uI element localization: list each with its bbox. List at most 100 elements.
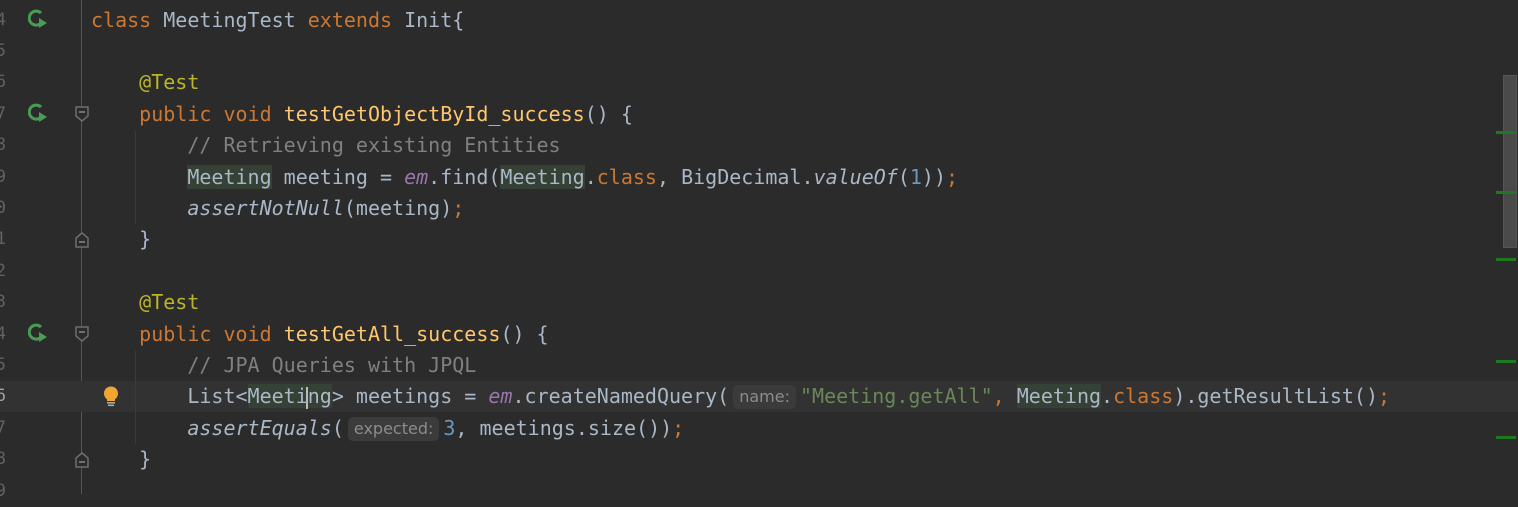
code-text[interactable]: // JPA Queries with JPQL: [91, 350, 476, 381]
code-text[interactable]: class MeetingTest extends Init{: [91, 5, 464, 36]
text-caret: [306, 387, 308, 409]
code-token: > meetings =: [331, 384, 489, 409]
line-number[interactable]: 4: [0, 319, 6, 350]
code-token: , BigDecimal.: [656, 164, 814, 189]
field-token: em: [488, 384, 513, 409]
code-line[interactable]: 4 class MeetingTest extends Init{: [0, 5, 1518, 36]
code-text[interactable]: assertEquals(expected: 3, meetings.size()…: [91, 413, 684, 444]
keyword-token: public: [139, 101, 224, 126]
error-stripe-mark[interactable]: [1496, 191, 1516, 194]
code-token: (: [331, 415, 344, 440]
code-line[interactable]: 1 }: [0, 224, 1518, 255]
comment-token: // JPA Queries with JPQL: [187, 352, 477, 377]
code-line[interactable]: 8 }: [0, 444, 1518, 475]
code-line[interactable]: 4 public void testGetAll_success() {: [0, 319, 1518, 350]
line-number[interactable]: 4: [0, 5, 6, 36]
annotation-token: @Test: [139, 70, 200, 95]
code-line[interactable]: 8 // Retrieving existing Entities: [0, 130, 1518, 161]
code-line[interactable]: 3 @Test: [0, 287, 1518, 318]
keyword-token: ;: [1378, 384, 1391, 409]
line-number[interactable]: 9: [0, 476, 6, 507]
code-line[interactable]: 2: [0, 256, 1518, 287]
code-token: .: [1101, 384, 1114, 409]
indent-guide: [135, 131, 136, 224]
code-token: }: [91, 227, 152, 252]
line-number[interactable]: 0: [0, 193, 6, 224]
code-token: ): [933, 164, 947, 189]
line-number[interactable]: 5: [0, 350, 6, 381]
code-line[interactable]: 9: [0, 476, 1518, 507]
code-token: .find(: [428, 164, 501, 189]
code-text[interactable]: List<Meeting> meetings = em.createNamedQ…: [91, 381, 1390, 412]
code-text[interactable]: assertNotNull(meeting);: [91, 193, 464, 224]
code-text[interactable]: @Test: [91, 287, 199, 318]
parameter-hint: name:: [733, 385, 796, 410]
line-number[interactable]: 3: [0, 287, 6, 318]
code-line[interactable]: 7 assertEquals(expected: 3, meetings.size…: [0, 413, 1518, 444]
code-text[interactable]: @Test: [91, 67, 199, 98]
keyword-token: class: [1113, 384, 1174, 409]
code-token: () {: [584, 101, 633, 126]
code-line[interactable]: 5: [0, 36, 1518, 67]
fold-collapse-icon[interactable]: [75, 325, 89, 342]
keyword-token: ;: [946, 164, 959, 189]
code-line[interactable]: 9 Meeting meeting = em.find(Meeting.clas…: [0, 162, 1518, 193]
run-test-icon[interactable]: [28, 323, 48, 343]
line-number[interactable]: 6: [0, 381, 6, 412]
line-number[interactable]: 8: [0, 444, 6, 475]
indent-guide: [135, 351, 136, 444]
code-line[interactable]: 5 // JPA Queries with JPQL: [0, 350, 1518, 381]
number-token: 3: [443, 415, 456, 440]
code-token: .: [584, 164, 597, 189]
keyword-token: ;: [672, 415, 685, 440]
code-line[interactable]: 6 @Test: [0, 67, 1518, 98]
code-text[interactable]: Meeting meeting = em.find(Meeting.class,…: [91, 162, 958, 193]
keyword-token: void: [223, 101, 284, 126]
code-token: ).getResultList(): [1173, 384, 1379, 409]
parameter-hint: expected:: [347, 416, 440, 441]
keyword-token: class: [91, 7, 164, 32]
vertical-scrollbar[interactable]: [1503, 75, 1517, 248]
code-text[interactable]: // Retrieving existing Entities: [91, 130, 560, 161]
line-number[interactable]: 6: [0, 67, 6, 98]
keyword-token: ;: [452, 195, 465, 220]
keyword-token: void: [223, 321, 284, 346]
error-stripe-mark[interactable]: [1496, 436, 1516, 439]
number-token: 1: [909, 164, 922, 189]
fold-end-icon[interactable]: [75, 232, 89, 249]
line-number[interactable]: 2: [0, 256, 6, 287]
code-text[interactable]: }: [91, 224, 151, 255]
keyword-token: extends: [307, 7, 405, 32]
line-number[interactable]: 5: [0, 36, 6, 67]
code-line[interactable]: 0 assertNotNull(meeting);: [0, 193, 1518, 224]
line-number[interactable]: 8: [0, 130, 6, 161]
error-stripe-mark[interactable]: [1496, 258, 1516, 261]
annotation-token: @Test: [139, 290, 200, 315]
run-test-icon[interactable]: [28, 9, 48, 29]
fold-collapse-icon[interactable]: [75, 105, 89, 122]
line-number[interactable]: 7: [0, 413, 6, 444]
string-token: "Meeting.getAll": [800, 384, 993, 409]
code-line[interactable]: 7 public void testGetObjectById_success(…: [0, 99, 1518, 130]
keyword-token: ,: [992, 384, 1017, 409]
line-number[interactable]: 1: [0, 224, 6, 255]
keyword-token: class: [596, 164, 657, 189]
code-text[interactable]: public void testGetAll_success() {: [91, 319, 548, 350]
error-stripe-mark[interactable]: [1496, 360, 1516, 363]
code-line[interactable]: 6 List<Meeting> meetings = em.createName…: [0, 381, 1518, 413]
fold-end-icon[interactable]: [75, 452, 89, 468]
error-stripe-mark[interactable]: [1496, 131, 1516, 134]
code-text[interactable]: public void testGetObjectById_success() …: [91, 99, 633, 130]
code-token: (: [897, 164, 910, 189]
line-number[interactable]: 7: [0, 99, 6, 130]
code-token: Init{: [404, 7, 465, 32]
run-test-icon[interactable]: [28, 103, 48, 123]
code-text[interactable]: }: [91, 444, 151, 475]
line-number[interactable]: 9: [0, 162, 6, 193]
